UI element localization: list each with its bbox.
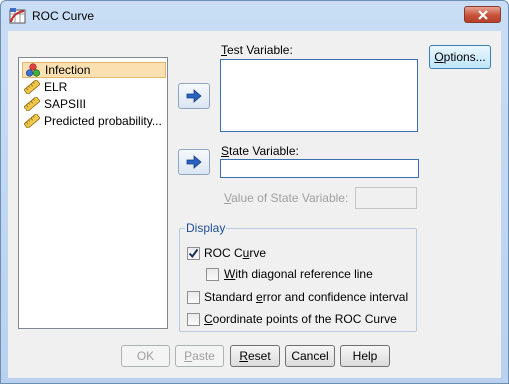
variable-label: Infection	[45, 63, 91, 77]
mnemonic-key: P	[184, 349, 193, 363]
label-text: rve	[249, 246, 267, 260]
roc-app-icon	[9, 8, 26, 24]
label-text: rror and confidence interval	[262, 290, 409, 304]
diagonal-reference-line-checkbox[interactable]	[206, 268, 219, 281]
dialog-body: Infection ELR SAPSIII Predicted probabil…	[8, 31, 501, 378]
value-of-state-variable-label: Value of State Variable:	[224, 191, 348, 205]
standard-error-label: Standard error and confidence interval	[204, 290, 408, 304]
button-text: aste	[192, 349, 215, 363]
mnemonic-key: R	[239, 349, 248, 363]
test-variable-label: Test Variable:	[221, 43, 293, 57]
ruler-icon	[24, 80, 40, 94]
reset-button[interactable]: Reset	[230, 345, 280, 367]
source-variable-list[interactable]: Infection ELR SAPSIII Predicted probabil…	[18, 57, 168, 329]
test-variable-list[interactable]	[220, 59, 418, 132]
mnemonic-key: C	[204, 312, 213, 326]
close-icon	[477, 9, 488, 20]
ok-button[interactable]: OK	[121, 345, 170, 367]
move-to-test-variable-button[interactable]	[178, 83, 210, 109]
title-bar[interactable]: ROC Curve	[1, 1, 508, 31]
standard-error-checkbox[interactable]	[187, 291, 200, 304]
value-of-state-variable-input[interactable]	[355, 187, 417, 209]
coordinate-points-checkbox[interactable]	[187, 313, 200, 326]
list-item[interactable]: Predicted probability...	[22, 113, 166, 129]
roc-curve-label: ROC Curve	[204, 246, 266, 260]
ruler-icon	[24, 97, 40, 111]
variable-label: Predicted probability...	[44, 114, 162, 128]
window-title: ROC Curve	[32, 9, 95, 23]
button-text: Cancel	[291, 349, 329, 363]
mnemonic-key: S	[221, 144, 230, 158]
options-button[interactable]: Options...	[429, 45, 491, 69]
display-group-title: Display	[185, 221, 227, 235]
button-text: eset	[247, 349, 271, 363]
state-variable-field[interactable]	[220, 159, 419, 178]
button-text: OK	[136, 349, 155, 363]
roc-curve-checkbox[interactable]	[187, 247, 200, 260]
ruler-icon	[24, 114, 40, 128]
label-text: Standard	[204, 290, 257, 304]
label-text: oordinate points of the ROC Curve	[212, 312, 397, 326]
right-arrow-icon	[186, 155, 202, 169]
label-text: tate Variable:	[229, 144, 299, 158]
variable-label: SAPSIII	[44, 97, 87, 111]
list-item[interactable]: Infection	[22, 62, 166, 78]
label-text: est Variable:	[227, 43, 293, 57]
state-variable-label: State Variable:	[221, 144, 299, 158]
checkmark-icon	[188, 248, 199, 259]
label-text: ROC C	[204, 246, 243, 260]
list-item[interactable]: ELR	[22, 79, 166, 95]
variable-label: ELR	[44, 80, 68, 94]
mnemonic-key: e	[256, 290, 263, 304]
mnemonic-key: W	[224, 267, 236, 281]
nominal-variable-icon	[25, 63, 41, 77]
help-button[interactable]: Help	[340, 345, 390, 367]
label-text: ith diagonal reference line	[235, 267, 373, 281]
paste-button[interactable]: Paste	[175, 345, 224, 367]
cancel-button[interactable]: Cancel	[285, 345, 335, 367]
button-text: ptions...	[443, 50, 486, 64]
move-to-state-variable-button[interactable]	[178, 149, 210, 175]
list-item[interactable]: SAPSIII	[22, 96, 166, 112]
diagonal-reference-line-label: With diagonal reference line	[224, 267, 373, 281]
coordinate-points-label: Coordinate points of the ROC Curve	[204, 312, 397, 326]
right-arrow-icon	[186, 89, 202, 103]
button-text: Help	[352, 349, 378, 363]
mnemonic-key: O	[434, 50, 444, 64]
close-button[interactable]	[464, 6, 501, 23]
label-text: alue of State Variable:	[231, 191, 349, 205]
roc-curve-dialog: ROC Curve Infection ELR SAPSIII Predicte…	[0, 0, 509, 384]
